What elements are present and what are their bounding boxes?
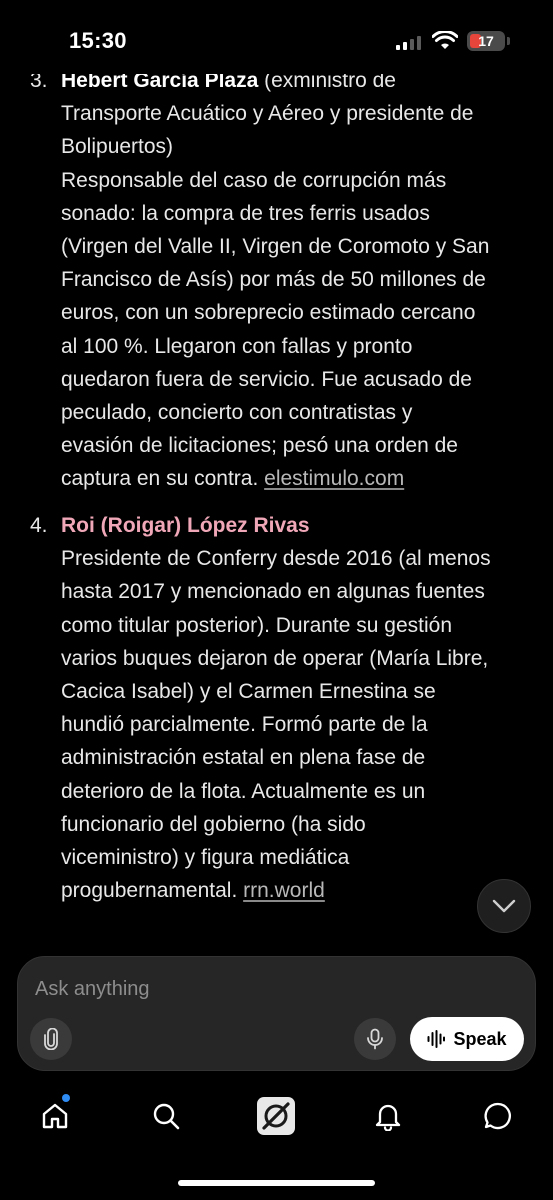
- text-line: hasta 2017 y mencionado en algunas fuent…: [61, 580, 485, 604]
- text-line: administración estatal en plena fase de: [61, 746, 426, 770]
- bottom-nav: [0, 1080, 553, 1200]
- text-line: Francisco de Asís) por más de 50 millone…: [61, 268, 486, 292]
- list-item-number: 4.: [30, 514, 48, 537]
- text-line: varios buques dejaron de operar (María L…: [61, 646, 489, 670]
- grok-logo-icon: [257, 1097, 295, 1135]
- attach-button[interactable]: [30, 1018, 72, 1060]
- list-item-body: Hebert García Plaza (exministro de Trans…: [61, 64, 541, 496]
- composer: Ask anything Speak: [17, 956, 536, 1071]
- person-name: Roi (Roigar) López Rivas: [61, 514, 310, 537]
- text-line: Transporte Acuático y Aéreo y presidente…: [61, 102, 474, 126]
- search-icon: [153, 1103, 180, 1130]
- text-line: Bolipuertos): [61, 135, 174, 159]
- speak-label: Speak: [453, 1028, 507, 1049]
- text-line: quedaron fuera de servicio. Fue acusado …: [61, 367, 472, 391]
- status-time: 15:30: [69, 28, 127, 53]
- scroll-down-button[interactable]: [477, 879, 531, 933]
- text-line: al 100 %. Llegaron con fallas y pronto: [61, 334, 413, 358]
- text-line: deterioro de la flota. Actualmente es un: [61, 779, 426, 803]
- wifi-icon: [432, 31, 458, 49]
- text-line: Responsable del caso de corrupción más: [61, 168, 447, 192]
- home-icon: [42, 1103, 68, 1129]
- text-line: progubernamental.: [61, 879, 238, 903]
- paperclip-icon: [44, 1028, 58, 1050]
- text-line: captura en su contra.: [61, 467, 259, 491]
- text-line: como titular posterior). Durante su gest…: [61, 613, 453, 637]
- speak-button[interactable]: Speak: [410, 1017, 524, 1061]
- nav-home[interactable]: [33, 1094, 77, 1138]
- notification-dot: [62, 1094, 70, 1102]
- chat-bubble-icon: [484, 1102, 511, 1130]
- text-line: Cacica Isabel) y el Carmen Ernestina se: [61, 680, 436, 704]
- text-line: peculado, concierto con contratistas y: [61, 401, 413, 425]
- battery-level: 17: [478, 33, 494, 49]
- message-input[interactable]: Ask anything: [35, 978, 150, 1001]
- text-line: funcionario del gobierno (ha sido: [61, 812, 366, 836]
- waveform-icon: [427, 1030, 446, 1048]
- nav-messages[interactable]: [476, 1094, 520, 1138]
- chevron-down-icon: [492, 899, 516, 913]
- text-line: evasión de licitaciones; pesó una orden …: [61, 434, 458, 458]
- source-link[interactable]: elestimulo.com: [264, 467, 404, 490]
- nav-notifications[interactable]: [366, 1094, 410, 1138]
- text-line: euros, con un sobreprecio estimado cerca…: [61, 301, 476, 325]
- text-line: Presidente de Conferry desde 2016 (al me…: [61, 547, 491, 571]
- chat-response: 3. Hebert García Plaza (exministro de Tr…: [0, 0, 553, 950]
- text-line: sonado: la compra de tres ferris usados: [61, 201, 430, 225]
- bell-icon: [375, 1104, 401, 1131]
- list-item-body: Roi (Roigar) López Rivas Presidente de C…: [61, 509, 541, 907]
- cellular-signal-icon: [396, 34, 422, 50]
- source-link[interactable]: rrn.world: [243, 879, 325, 902]
- nav-grok[interactable]: [254, 1094, 298, 1138]
- microphone-icon: [367, 1028, 383, 1050]
- text-line: (Virgen del Valle II, Virgen de Coromoto…: [61, 235, 490, 259]
- battery-icon: 17: [467, 31, 505, 51]
- text-line: hundió parcialmente. Formó parte de la: [61, 713, 428, 737]
- home-indicator[interactable]: [178, 1180, 375, 1186]
- nav-search[interactable]: [144, 1094, 188, 1138]
- text-line: viceministro) y figura mediática: [61, 846, 350, 870]
- voice-input-button[interactable]: [354, 1018, 396, 1060]
- status-bar: 15:30 17: [0, 0, 553, 74]
